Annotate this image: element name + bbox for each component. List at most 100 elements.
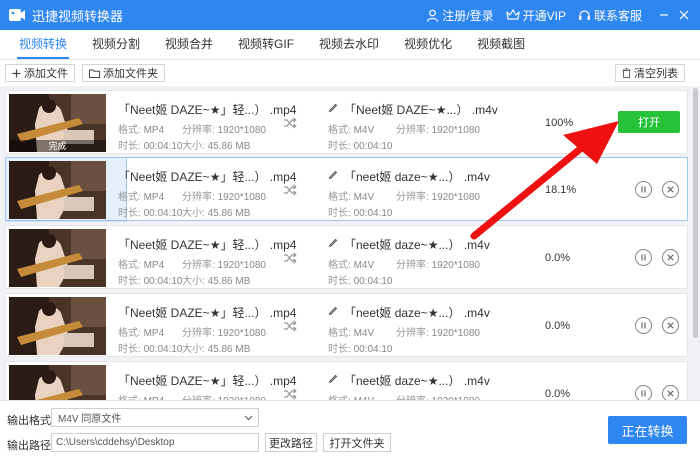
pause-button[interactable] [635,317,652,334]
add-folder-button[interactable]: 添加文件夹 [82,64,165,82]
source-duration-key: 时长: [118,208,144,219]
conversion-row[interactable]: 完成 「Neet姬 DAZE~★」轻...） .mp4 格式: MP4 分辨率: 19… [5,90,688,154]
source-duration-value: 00:04:10 [143,344,183,355]
tab-video-convert[interactable]: 视频转换 [8,29,78,59]
add-file-button[interactable]: 添加文件 [5,64,75,82]
output-format-label: 输出格式: [7,415,55,427]
source-format-value: MP4 [143,192,165,203]
source-size: 大小: 45.86 MB [182,272,250,287]
source-duration-value: 00:04:10 [143,276,183,287]
source-duration: 时长: 00:04:10 [118,340,183,355]
conversion-row[interactable]: 「Neet姬 DAZE~★」轻...） .mp4 格式: MP4 分辨率: 1920… [5,225,688,289]
clear-list-button[interactable]: 清空列表 [615,64,685,82]
remove-button[interactable] [662,385,679,400]
source-format: 格式: MP4 [118,324,164,339]
source-file-name: 「Neet姬 DAZE~★」轻...） .mp4 [118,238,297,252]
source-format-value: MP4 [143,328,165,339]
source-resolution-value: 1920*1080 [217,328,266,339]
close-icon [667,186,674,193]
app-logo-icon [9,9,25,21]
output-format-value: M4V [353,328,375,339]
tab-video-optimize[interactable]: 视频优化 [393,29,463,59]
rename-pencil-icon[interactable] [328,102,338,112]
output-duration: 时长: 00:04:10 [328,340,393,355]
video-thumbnail: 完成 [9,94,106,152]
rename-pencil-icon[interactable] [328,237,338,247]
close-window-button[interactable] [674,0,694,30]
tab-video-merge[interactable]: 视频合并 [154,29,224,59]
output-resolution: 分辨率: 1920*1080 [396,392,480,400]
source-format-key: 格式: [118,328,144,339]
source-resolution-value: 1920*1080 [217,192,266,203]
output-duration-value: 00:04:10 [353,276,393,287]
conversion-row[interactable]: 「Neet姬 DAZE~★」轻...） .mp4 格式: MP4 分辨率: 1920… [5,293,688,357]
output-format-key: 格式: [328,328,354,339]
convert-all-button[interactable]: 正在转换 [608,416,687,444]
list-scrollbar[interactable] [693,88,698,338]
output-path-label: 输出路径: [7,440,55,452]
remove-button[interactable] [662,249,679,266]
tab-video-to-gif[interactable]: 视频转GIF [227,29,305,59]
pause-icon [641,390,646,397]
tab-remove-watermark[interactable]: 视频去水印 [308,29,390,59]
conversion-row[interactable]: 「Neet姬 DAZE~★」轻...） .mp4 格式: MP4 分辨率: 1920… [5,361,688,400]
open-folder-button[interactable]: 打开文件夹 [323,433,391,452]
video-thumbnail [9,365,106,400]
rename-pencil-icon[interactable] [328,305,338,315]
thumbnail-status-caption: 完成 [9,140,106,152]
trash-icon [622,68,631,78]
output-format-value: M4V [353,125,375,136]
pause-button[interactable] [635,385,652,400]
source-duration-key: 时长: [118,276,144,287]
minimize-icon [660,14,668,16]
conversion-row[interactable]: 「Neet姬 DAZE~★」轻...） .mp4 格式: MP4 分辨率: 1920… [5,157,688,222]
customer-service-button[interactable]: 联系客服 [578,7,642,24]
output-duration-key: 时长: [328,344,354,355]
source-resolution: 分辨率: 1920*1080 [182,188,266,203]
tab-video-screenshot[interactable]: 视频截图 [466,29,536,59]
source-format-key: 格式: [118,260,144,271]
source-size-key: 大小: [182,208,208,219]
change-path-button[interactable]: 更改路径 [265,433,317,452]
source-size-value: 45.86 MB [207,208,251,219]
output-duration-value: 00:04:10 [353,344,393,355]
convert-shuffle-icon [284,388,297,400]
pause-button[interactable] [635,249,652,266]
source-size: 大小: 45.86 MB [182,137,250,152]
toolbar: 添加文件 添加文件夹 清空列表 [0,60,700,86]
output-duration-value: 00:04:10 [353,208,393,219]
close-icon [679,10,689,20]
source-format: 格式: MP4 [118,121,164,136]
source-duration-value: 00:04:10 [143,208,183,219]
output-file-name: 「Neet姬 DAZE~★...） .m4v [344,103,498,117]
open-file-button[interactable]: 打开 [618,111,680,133]
vip-button[interactable]: 开通VIP [506,7,566,24]
source-format: 格式: MP4 [118,392,164,400]
remove-button[interactable] [662,317,679,334]
tab-video-split[interactable]: 视频分割 [81,29,151,59]
output-format: 格式: M4V [328,188,374,203]
source-resolution-value: 1920*1080 [217,125,266,136]
source-resolution-key: 分辨率: [182,125,218,136]
vip-label: 开通VIP [522,8,566,23]
output-resolution-key: 分辨率: [396,328,432,339]
output-resolution: 分辨率: 1920*1080 [396,256,480,271]
rename-pencil-icon[interactable] [328,373,338,383]
pause-button[interactable] [635,181,652,198]
minimize-button[interactable] [654,0,674,30]
convert-shuffle-icon [284,320,297,332]
source-format: 格式: MP4 [118,256,164,271]
source-resolution-value: 1920*1080 [217,260,266,271]
conversion-progress-percent: 100% [545,117,574,129]
source-size-key: 大小: [182,141,208,152]
remove-button[interactable] [662,181,679,198]
login-button[interactable]: 注册/登录 [426,7,494,24]
source-resolution: 分辨率: 1920*1080 [182,324,266,339]
output-resolution-key: 分辨率: [396,125,432,136]
output-format-select[interactable]: M4V 同原文件 [51,408,259,427]
output-format-key: 格式: [328,192,354,203]
output-path-input[interactable] [51,433,259,452]
rename-pencil-icon[interactable] [328,169,338,179]
close-icon [667,322,674,329]
convert-shuffle-icon [284,184,297,196]
